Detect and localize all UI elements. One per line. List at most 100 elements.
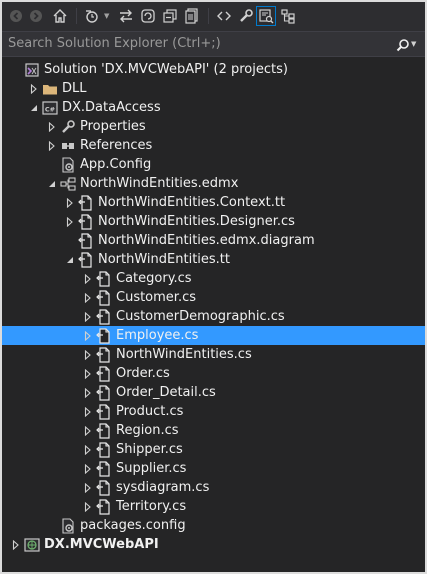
collapse-all-button[interactable] (160, 6, 180, 26)
tree-item-label: NorthWindEntities.Designer.cs (98, 214, 295, 229)
tree-item[interactable]: Territory.cs (2, 497, 425, 516)
home-icon (53, 9, 67, 23)
tree-item-label: Supplier.cs (116, 461, 187, 476)
preview-selected-items-button[interactable] (256, 6, 276, 26)
tree-item[interactable]: NorthWindEntities.Designer.cs (2, 212, 425, 231)
show-all-files-button[interactable] (182, 6, 202, 26)
tree-item-label: Order_Detail.cs (116, 385, 216, 400)
expand-arrow-icon[interactable] (64, 212, 76, 231)
tree-item-label: NorthWindEntities.tt (98, 252, 230, 267)
expand-arrow-icon[interactable] (82, 269, 94, 288)
tree-item[interactable]: Order_Detail.cs (2, 383, 425, 402)
solution-explorer-toolbar: ▼ (2, 2, 425, 32)
tree-item[interactable]: DX.MVCWebAPI (2, 535, 425, 554)
pending-changes-filter-button[interactable] (82, 6, 102, 26)
pending-changes-dropdown-icon[interactable]: ▼ (104, 12, 109, 20)
tree-item[interactable]: NorthWindEntities.tt (2, 250, 425, 269)
sync-with-active-document-button[interactable] (116, 6, 136, 26)
tree-item[interactable]: NorthWindEntities.edmx (2, 174, 425, 193)
search-options-dropdown-icon[interactable]: ▼ (411, 40, 416, 48)
wrench-icon (240, 9, 253, 22)
tree-item-label: Customer.cs (116, 290, 197, 305)
expand-arrow-icon[interactable] (82, 307, 94, 326)
tree-item[interactable]: Employee.cs (2, 326, 425, 345)
tree-item[interactable]: CustomerDemographic.cs (2, 307, 425, 326)
tree-item[interactable]: Solution 'DX.MVCWebAPI' (2 projects) (2, 60, 425, 79)
expand-arrow-icon[interactable] (82, 326, 94, 345)
collapse-arrow-icon[interactable] (46, 174, 58, 193)
tree-item-label: Territory.cs (116, 499, 187, 514)
expand-arrow-icon[interactable] (46, 136, 58, 155)
expand-arrow-icon[interactable] (46, 117, 58, 136)
tree-item[interactable]: Region.cs (2, 421, 425, 440)
expand-arrow-icon[interactable] (64, 193, 76, 212)
references-icon (60, 138, 76, 154)
file-icon (96, 271, 112, 287)
preview-selected-items-icon (259, 9, 274, 24)
file-icon (96, 385, 112, 401)
view-code-button[interactable] (214, 6, 234, 26)
expand-arrow-icon[interactable] (82, 345, 94, 364)
solution-icon (24, 62, 40, 78)
folder-icon (42, 81, 58, 97)
tree-item[interactable]: Properties (2, 117, 425, 136)
expand-arrow-icon[interactable] (82, 288, 94, 307)
tree-item-label: Category.cs (116, 271, 192, 286)
expand-arrow-icon[interactable] (10, 535, 22, 554)
file-icon (96, 442, 112, 458)
tree-item-label: DX.DataAccess (62, 100, 161, 115)
tree-item-label: Solution 'DX.MVCWebAPI' (2 projects) (44, 62, 288, 77)
tree-item-label: NorthWindEntities.edmx (80, 176, 239, 191)
expand-arrow-icon[interactable] (82, 459, 94, 478)
tree-item-label: Order.cs (116, 366, 170, 381)
tree-item-label: References (80, 138, 153, 153)
file-icon (96, 461, 112, 477)
file-icon (96, 404, 112, 420)
tree-item[interactable]: NorthWindEntities.Context.tt (2, 193, 425, 212)
home-button[interactable] (50, 6, 70, 26)
tree-item[interactable]: Customer.cs (2, 288, 425, 307)
tree-item[interactable]: Category.cs (2, 269, 425, 288)
tree-item[interactable]: Product.cs (2, 402, 425, 421)
tree-item[interactable]: DLL (2, 79, 425, 98)
tree-item[interactable]: C# DX.DataAccess (2, 98, 425, 117)
expand-arrow-icon[interactable] (82, 478, 94, 497)
file-icon (78, 252, 94, 268)
expand-arrow-icon[interactable] (82, 421, 94, 440)
search-icon[interactable] (396, 38, 410, 52)
expand-arrow-icon[interactable] (82, 364, 94, 383)
class-view-button[interactable] (278, 6, 298, 26)
svg-text:C#: C# (45, 106, 55, 114)
tree-item[interactable]: sysdiagram.cs (2, 478, 425, 497)
expand-arrow-icon[interactable] (82, 440, 94, 459)
tree-item[interactable]: packages.config (2, 516, 425, 535)
tree-item[interactable]: References (2, 136, 425, 155)
tree-item[interactable]: NorthWindEntities.edmx.diagram (2, 231, 425, 250)
tree-item-label: NorthWindEntities.edmx.diagram (98, 233, 315, 248)
expand-arrow-icon[interactable] (82, 402, 94, 421)
forward-button[interactable] (26, 6, 46, 26)
tree-item-label: Product.cs (116, 404, 184, 419)
forward-icon (30, 10, 42, 22)
expand-arrow-icon[interactable] (28, 79, 40, 98)
tree-item[interactable]: App.Config (2, 155, 425, 174)
file-icon (96, 499, 112, 515)
search-box[interactable]: Search Solution Explorer (Ctrl+;) ▼ (2, 32, 425, 57)
expand-arrow-icon[interactable] (82, 497, 94, 516)
tree-item[interactable]: Order.cs (2, 364, 425, 383)
expand-arrow-icon[interactable] (82, 383, 94, 402)
collapse-arrow-icon[interactable] (64, 250, 76, 269)
tree-item-label: DLL (62, 81, 87, 96)
properties-button[interactable] (236, 6, 256, 26)
tree-item[interactable]: Shipper.cs (2, 440, 425, 459)
collapse-arrow-icon[interactable] (28, 98, 40, 117)
tree-item-label: packages.config (80, 518, 186, 533)
back-button[interactable] (6, 6, 26, 26)
tree-item-label: CustomerDemographic.cs (116, 309, 285, 324)
tree-item[interactable]: NorthWindEntities.cs (2, 345, 425, 364)
config-icon (60, 518, 76, 534)
tree-item[interactable]: Supplier.cs (2, 459, 425, 478)
tree-item-label: Shipper.cs (116, 442, 183, 457)
refresh-button[interactable] (138, 6, 158, 26)
collapse-all-icon (163, 9, 177, 23)
